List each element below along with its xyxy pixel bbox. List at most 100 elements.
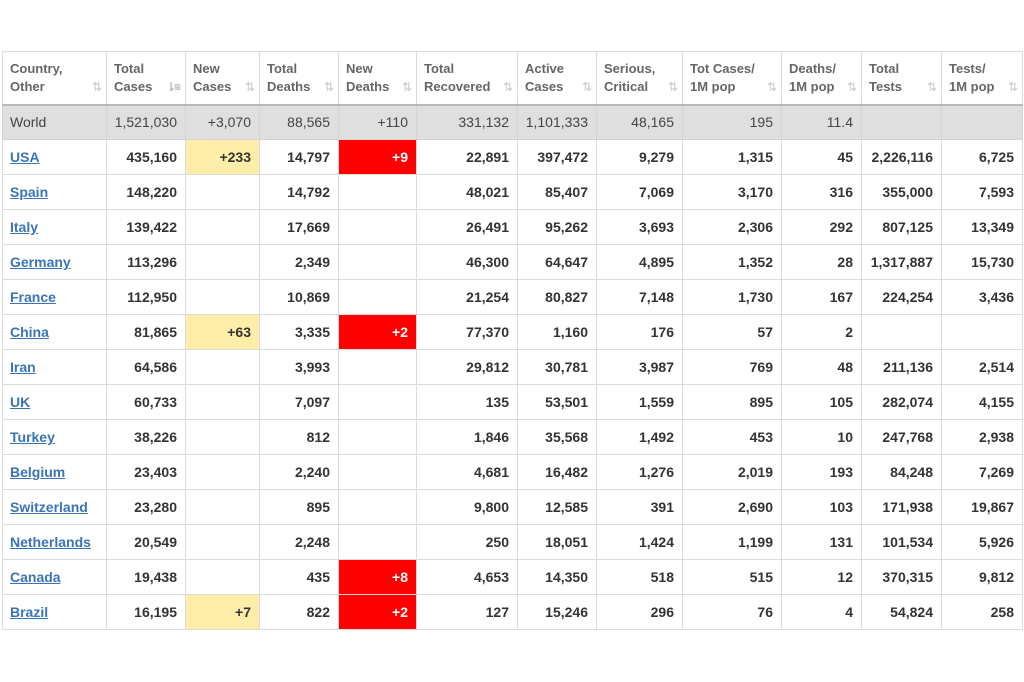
sort-icon[interactable]: ⇅ xyxy=(847,78,857,96)
cell-tests-per-1m: 7,593 xyxy=(941,174,1023,210)
cell-new-deaths: +8 xyxy=(338,559,417,595)
cell-cases-per-1m: 453 xyxy=(682,419,782,455)
country-link[interactable]: USA xyxy=(10,149,40,165)
cell-serious-critical: 9,279 xyxy=(596,139,683,175)
cell-total-tests xyxy=(861,314,942,350)
header-line-1: Total xyxy=(267,60,298,76)
cell-active-cases: 35,568 xyxy=(517,419,597,455)
column-header-total-deaths[interactable]: Total Deaths ⇅ xyxy=(259,51,339,106)
cell-new-cases xyxy=(185,524,260,560)
sort-icon[interactable]: ⇅ xyxy=(927,78,937,96)
country-link[interactable]: Switzerland xyxy=(10,499,88,515)
cell-country: France xyxy=(2,279,107,315)
header-line-2: Deaths xyxy=(267,78,311,94)
header-line-1: Total xyxy=(869,60,900,76)
sort-icon[interactable]: ⇅ xyxy=(503,78,513,96)
cell-deaths-per-1m: 193 xyxy=(781,454,862,490)
cell-new-deaths xyxy=(338,209,417,245)
cell-total-recovered: 77,370 xyxy=(416,314,518,350)
cell-total-cases: 64,586 xyxy=(106,349,186,385)
cell-tests-per-1m: 19,867 xyxy=(941,489,1023,525)
sort-icon[interactable]: ⇅ xyxy=(245,78,255,96)
column-header-new-cases[interactable]: New Cases ⇅ xyxy=(185,51,260,106)
sort-icon[interactable]: ⇅ xyxy=(668,78,678,96)
cell-new-cases xyxy=(185,489,260,525)
cell-tests-per-1m: 6,725 xyxy=(941,139,1023,175)
cell-total-deaths: 822 xyxy=(259,594,339,630)
cell-total-deaths: 435 xyxy=(259,559,339,595)
cell-cases-per-1m: 2,690 xyxy=(682,489,782,525)
cell-total-cases: 20,549 xyxy=(106,524,186,560)
cell-active-cases: 85,407 xyxy=(517,174,597,210)
country-link[interactable]: Canada xyxy=(10,569,61,585)
sort-icon[interactable]: ⇅ xyxy=(92,78,102,96)
sort-icon[interactable]: ⇅ xyxy=(767,78,777,96)
cell-cases-per-1m: 3,170 xyxy=(682,174,782,210)
cell-active-cases: 30,781 xyxy=(517,349,597,385)
column-header-total-tests[interactable]: Total Tests ⇅ xyxy=(861,51,942,106)
cell-cases-per-1m: 76 xyxy=(682,594,782,630)
cell-total-deaths: 14,797 xyxy=(259,139,339,175)
cell-new-cases xyxy=(185,174,260,210)
table-row: UK 60,733 7,097 135 53,501 1,559 895 105 282,074… xyxy=(2,384,1023,420)
cell-country: Spain xyxy=(2,174,107,210)
sort-icon[interactable]: ⇅ xyxy=(324,78,334,96)
cell-total-deaths: 7,097 xyxy=(259,384,339,420)
cell-total-tests: 807,125 xyxy=(861,209,942,245)
cell-deaths-per-1m: 11.4 xyxy=(781,104,862,140)
cell-deaths-per-1m: 316 xyxy=(781,174,862,210)
country-link[interactable]: Brazil xyxy=(10,604,48,620)
country-link[interactable]: Turkey xyxy=(10,429,55,445)
sort-icon[interactable]: ⇅ xyxy=(1008,78,1018,96)
country-link[interactable]: China xyxy=(10,324,49,340)
cell-total-recovered: 1,846 xyxy=(416,419,518,455)
cell-cases-per-1m: 515 xyxy=(682,559,782,595)
cell-total-tests: 282,074 xyxy=(861,384,942,420)
country-link[interactable]: Netherlands xyxy=(10,534,91,550)
country-link[interactable]: Germany xyxy=(10,254,71,270)
cell-serious-critical: 48,165 xyxy=(596,104,683,140)
column-header-active-cases[interactable]: Active Cases ⇅ xyxy=(517,51,597,106)
column-header-label: Total Tests xyxy=(869,60,933,96)
cell-new-deaths xyxy=(338,524,417,560)
country-link[interactable]: Belgium xyxy=(10,464,65,480)
header-line-2: Cases xyxy=(525,78,564,94)
cell-serious-critical: 3,987 xyxy=(596,349,683,385)
cell-new-deaths xyxy=(338,489,417,525)
cell-serious-critical: 7,148 xyxy=(596,279,683,315)
country-link[interactable]: Spain xyxy=(10,184,48,200)
table-row: USA 435,160 +233 14,797 +9 22,891 397,472 9,279… xyxy=(2,139,1023,175)
cell-total-deaths: 2,248 xyxy=(259,524,339,560)
header-line-1: Serious, xyxy=(604,60,656,76)
cell-tests-per-1m xyxy=(941,104,1023,140)
cell-cases-per-1m: 195 xyxy=(682,104,782,140)
sort-active-icon[interactable]: ⇂≡ xyxy=(166,78,181,96)
cell-cases-per-1m: 769 xyxy=(682,349,782,385)
country-link[interactable]: UK xyxy=(10,394,30,410)
column-header-total-cases[interactable]: Total Cases ⇂≡ xyxy=(106,51,186,106)
country-link[interactable]: Italy xyxy=(10,219,38,235)
column-header-cases-per-1m[interactable]: Tot Cases/1M pop ⇅ xyxy=(682,51,782,106)
table-row: Belgium 23,403 2,240 4,681 16,482 1,276 2,019 1… xyxy=(2,454,1023,490)
cell-tests-per-1m: 3,436 xyxy=(941,279,1023,315)
column-header-tests-per-1m[interactable]: Tests/1M pop ⇅ xyxy=(941,51,1023,106)
column-header-serious-critical[interactable]: Serious, Critical ⇅ xyxy=(596,51,683,106)
table-row: Spain 148,220 14,792 48,021 85,407 7,069 3,170… xyxy=(2,174,1023,210)
column-header-deaths-per-1m[interactable]: Deaths/1M pop ⇅ xyxy=(781,51,862,106)
column-header-new-deaths[interactable]: New Deaths ⇅ xyxy=(338,51,417,106)
cell-total-recovered: 29,812 xyxy=(416,349,518,385)
sort-icon[interactable]: ⇅ xyxy=(402,78,412,96)
column-header-label: Active Cases xyxy=(525,60,588,96)
header-line-2: 1M pop xyxy=(949,78,995,94)
sort-icon[interactable]: ⇅ xyxy=(582,78,592,96)
cell-total-recovered: 250 xyxy=(416,524,518,560)
cell-new-cases xyxy=(185,209,260,245)
column-header-total-recovered[interactable]: Total Recovered ⇅ xyxy=(416,51,518,106)
cell-total-recovered: 9,800 xyxy=(416,489,518,525)
column-header-country[interactable]: Country, Other ⇅ xyxy=(2,51,107,106)
cell-total-tests: 370,315 xyxy=(861,559,942,595)
country-link[interactable]: Iran xyxy=(10,359,36,375)
country-link[interactable]: France xyxy=(10,289,56,305)
cell-total-tests: 224,254 xyxy=(861,279,942,315)
header-line-1: Tot Cases/ xyxy=(690,60,755,76)
